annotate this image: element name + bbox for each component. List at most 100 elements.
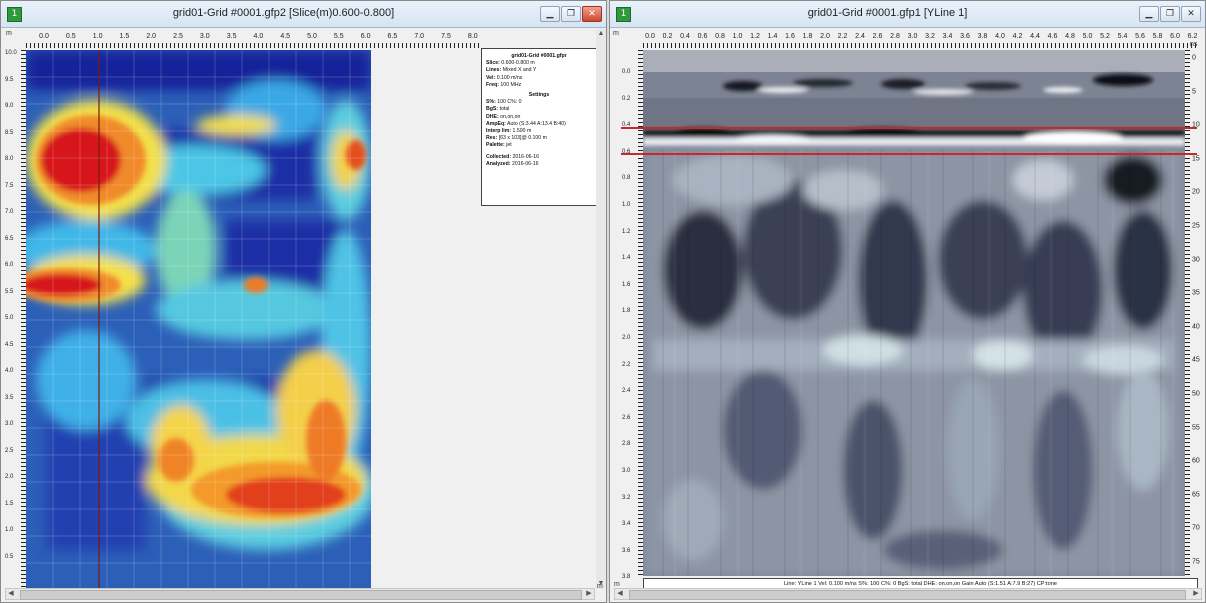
info-dates: Collected: 2016-06-16 Analyzed: 2016-06-1… bbox=[486, 154, 592, 168]
ruler-label: 3.6 bbox=[622, 547, 631, 554]
ruler-label: 30 bbox=[1192, 256, 1200, 264]
ruler-label: 7.0 bbox=[414, 33, 425, 40]
info-row: Res: [63 x 103]@ 0.100 m bbox=[486, 135, 592, 142]
info-key: DHE: bbox=[486, 113, 499, 120]
ruler-label: 40 bbox=[1192, 323, 1200, 331]
close-button[interactable]: ✕ bbox=[582, 6, 602, 22]
ruler-label: 15 bbox=[1192, 155, 1200, 163]
ruler-label: 0.6 bbox=[697, 33, 708, 40]
scroll-left-icon[interactable]: ◀ bbox=[615, 589, 625, 599]
info-key: Slice: bbox=[486, 60, 500, 67]
ruler-label: 8.0 bbox=[467, 33, 478, 40]
vertical-ruler: 10.0 9.5 9.0 8.5 8.0 7.5 7.0 6.5 6.0 5.5 5.0 4.5 4.0… bbox=[4, 50, 26, 593]
ruler-label: 5.6 bbox=[1135, 33, 1145, 40]
ruler-ticks bbox=[26, 43, 481, 48]
info-value: 0.100 m/ns bbox=[496, 74, 523, 81]
ruler-label: 3.8 bbox=[622, 574, 631, 581]
ruler-label: 55 bbox=[1192, 424, 1200, 432]
app-icon[interactable]: 1 bbox=[616, 7, 631, 22]
slice-window-titlebar[interactable]: 1 grid01-Grid #0001.gfp2 [Slice(m)0.600-… bbox=[1, 1, 606, 28]
info-key: S%: bbox=[486, 99, 496, 106]
ruler-label: 50 bbox=[1192, 390, 1200, 398]
ruler-label: 2.6 bbox=[872, 33, 883, 40]
info-row: Analyzed: 2016-06-16 bbox=[486, 161, 592, 168]
restore-button[interactable]: ❐ bbox=[561, 6, 581, 22]
app-icon[interactable]: 1 bbox=[7, 7, 22, 22]
time-unit-label: ns bbox=[1190, 41, 1198, 48]
restore-button[interactable]: ❐ bbox=[1160, 6, 1180, 22]
ruler-label: 5 bbox=[1192, 88, 1196, 96]
info-row: Palette: jet bbox=[486, 142, 592, 149]
ruler-label: 4.8 bbox=[1065, 33, 1075, 40]
horizontal-scrollbar[interactable]: ◀ ▶ bbox=[614, 588, 1202, 600]
info-key: BgS: bbox=[486, 106, 499, 113]
info-key: Collected: bbox=[486, 153, 512, 160]
horizontal-scrollbar[interactable]: ◀ ▶ bbox=[5, 588, 595, 600]
ruler-label: 4.0 bbox=[5, 368, 14, 374]
ruler-label: 2.8 bbox=[890, 33, 900, 40]
ruler-label: 4.0 bbox=[995, 33, 1005, 40]
info-row: Interp lim: 1.500 m bbox=[486, 128, 592, 135]
scrollbar-thumb[interactable] bbox=[20, 590, 582, 600]
slice-window-title: grid01-Grid #0001.gfp2 [Slice(m)0.600-0.… bbox=[172, 7, 395, 19]
profile-window-titlebar[interactable]: 1 grid01-Grid #0001.gfp1 [YLine 1] ▁ ❐ ✕ bbox=[610, 1, 1205, 28]
ruler-label: 3.4 bbox=[622, 521, 631, 528]
ruler-label: 2.0 bbox=[622, 335, 631, 341]
ruler-label: 5.5 bbox=[5, 288, 14, 295]
ruler-label: 2.8 bbox=[622, 441, 631, 448]
ruler-label: 0.0 bbox=[645, 33, 655, 40]
info-value: total bbox=[499, 106, 510, 113]
ruler-label: 3.6 bbox=[960, 33, 970, 40]
ruler-label: 4.4 bbox=[1030, 33, 1040, 40]
slice-heatmap[interactable] bbox=[26, 50, 371, 593]
info-lines: Slice: 0.600-0.800 m Lines: Mixed X and Y… bbox=[486, 60, 592, 89]
info-value: 100 C%: 0 bbox=[497, 99, 522, 106]
close-button[interactable]: ✕ bbox=[1181, 6, 1201, 22]
scroll-right-icon[interactable]: ▶ bbox=[1191, 589, 1201, 599]
corner-unit-label: m bbox=[597, 583, 603, 590]
ruler-label: 5.2 bbox=[1100, 33, 1110, 40]
profile-window[interactable]: 1 grid01-Grid #0001.gfp1 [YLine 1] ▁ ❐ ✕… bbox=[609, 0, 1206, 603]
vertical-scrollbar[interactable]: ▲ ▼ bbox=[596, 29, 606, 589]
ruler-label: 70 bbox=[1192, 524, 1200, 532]
info-header: grid01-Grid #0001.gfpr bbox=[511, 53, 567, 59]
ruler-label: 4.0 bbox=[253, 33, 264, 40]
info-row: AmpEq: Auto (S:3.44 A:13.4 B:40) bbox=[486, 121, 592, 128]
ruler-label: 9.5 bbox=[5, 76, 14, 83]
ruler-label: 5.5 bbox=[333, 33, 344, 40]
info-row: S%: 100 C%: 0 bbox=[486, 99, 592, 106]
ruler-label: 1.8 bbox=[622, 308, 631, 315]
ruler-label: 5.4 bbox=[1117, 33, 1128, 40]
ruler-label: 2.5 bbox=[5, 447, 14, 454]
ruler-label: 45 bbox=[1192, 356, 1200, 364]
scroll-left-icon[interactable]: ◀ bbox=[6, 589, 16, 599]
ruler-label: 0.8 bbox=[715, 33, 725, 40]
info-key: Freq: bbox=[486, 81, 499, 88]
ruler-label: 1.6 bbox=[785, 33, 795, 40]
ruler-label: 0.5 bbox=[65, 33, 76, 40]
info-value: 1.500 m bbox=[512, 128, 532, 135]
scroll-up-icon[interactable]: ▲ bbox=[596, 29, 606, 39]
info-key: Analyzed: bbox=[486, 160, 511, 167]
ruler-label: 8.0 bbox=[5, 156, 14, 162]
minimize-button[interactable]: ▁ bbox=[1139, 6, 1159, 22]
ruler-label: 2.2 bbox=[622, 361, 631, 368]
ruler-label: 1.0 bbox=[732, 33, 743, 40]
slice-bottom-line bbox=[621, 153, 1197, 155]
ruler-label: 1.6 bbox=[622, 281, 631, 288]
scrollbar-thumb[interactable] bbox=[629, 590, 1186, 600]
ruler-label: 8.5 bbox=[5, 129, 14, 136]
ruler-label: 10.0 bbox=[5, 50, 17, 56]
info-key: Vel: bbox=[486, 74, 496, 81]
minimize-button[interactable]: ▁ bbox=[540, 6, 560, 22]
scroll-right-icon[interactable]: ▶ bbox=[584, 589, 594, 599]
ruler-label: 2.0 bbox=[820, 33, 830, 40]
horizontal-ruler: 0.0 0.5 1.0 1.5 2.0 2.5 3.0 3.5 4.0 4.5 5.0 5.5 6.0 6… bbox=[26, 32, 481, 48]
ruler-label: 5.0 bbox=[1082, 33, 1093, 40]
ruler-label: 1.5 bbox=[5, 500, 14, 507]
ruler-label: 9.0 bbox=[5, 103, 14, 109]
ruler-label: 35 bbox=[1192, 289, 1200, 297]
slice-window[interactable]: 1 grid01-Grid #0001.gfp2 [Slice(m)0.600-… bbox=[0, 0, 607, 603]
ruler-label: 7.0 bbox=[5, 209, 14, 215]
info-row: Vel: 0.100 m/ns bbox=[486, 75, 592, 82]
